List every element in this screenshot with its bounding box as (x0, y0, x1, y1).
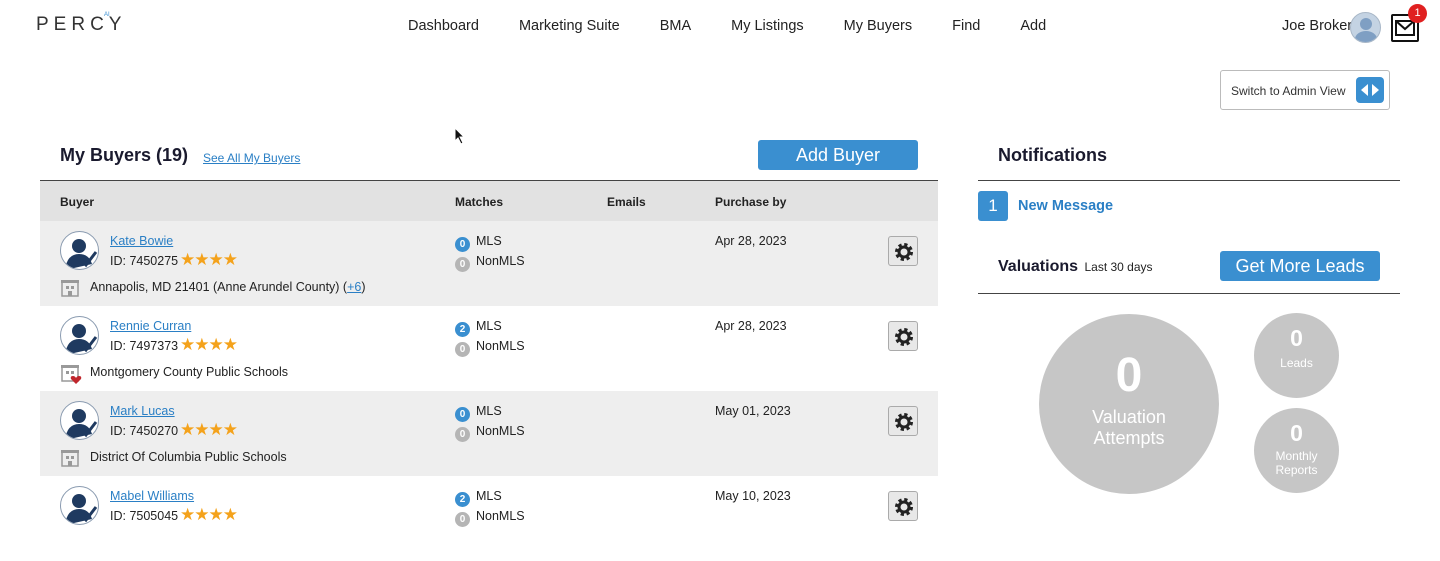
nonmls-matches[interactable]: 0 NonMLS (455, 339, 525, 357)
mls-matches[interactable]: 2 MLS (455, 319, 502, 337)
purchase-by-date: May 01, 2023 (715, 404, 791, 418)
monthly-reports-circle[interactable]: 0 Monthly Reports (1254, 408, 1339, 493)
valuation-attempts-circle[interactable]: 0 Valuation Attempts (1039, 314, 1219, 494)
user-avatar[interactable] (1350, 12, 1381, 43)
rating-stars: ★★★★ (180, 420, 238, 439)
toggle-arrows-icon (1356, 77, 1384, 103)
switch-admin-view-label: Switch to Admin View (1231, 84, 1346, 98)
buyer-location: Annapolis, MD 21401 (Anne Arundel County… (90, 280, 366, 294)
nav-add[interactable]: Add (1020, 18, 1046, 34)
user-name[interactable]: Joe Broker (1282, 18, 1352, 34)
monthly-reports-value: 0 (1290, 420, 1303, 446)
buyer-name-link[interactable]: Rennie Curran (110, 319, 191, 333)
divider (978, 180, 1400, 181)
nonmls-matches[interactable]: 0 NonMLS (455, 424, 525, 442)
my-buyers-title: My Buyers (19) (60, 145, 189, 165)
table-header: Buyer Matches Emails Purchase by (40, 180, 938, 221)
gear-icon[interactable] (888, 236, 918, 266)
column-emails[interactable]: Emails (607, 195, 646, 209)
more-locations-link[interactable]: +6 (347, 280, 361, 294)
school-building-icon (60, 278, 80, 298)
buyer-id: ID: 7450270 (110, 424, 179, 438)
new-message-link[interactable]: New Message (1018, 198, 1113, 214)
main-nav: Dashboard Marketing Suite BMA My Listing… (388, 18, 1066, 34)
mls-matches[interactable]: 0 MLS (455, 234, 502, 252)
add-buyer-button[interactable]: Add Buyer (758, 140, 918, 170)
gear-icon[interactable] (888, 406, 918, 436)
buyer-location: District Of Columbia Public Schools (90, 450, 287, 464)
nav-my-buyers[interactable]: My Buyers (844, 18, 913, 34)
valuation-attempts-value: 0 (1115, 349, 1143, 402)
column-purchase-by[interactable]: Purchase by (715, 195, 786, 209)
mail-count-badge: 1 (1408, 4, 1427, 23)
buyer-avatar-icon (60, 316, 99, 355)
mls-matches[interactable]: 0 MLS (455, 404, 502, 422)
column-buyer[interactable]: Buyer (60, 195, 94, 209)
leads-value: 0 (1290, 325, 1303, 351)
school-heart-icon (60, 363, 82, 384)
table-row: Mabel Williams ID: 7505045 ★★★★ 2 MLS 0 No… (40, 476, 938, 561)
valuations-title: Valuations Last 30 days (998, 258, 1153, 275)
buyer-avatar-icon (60, 401, 99, 440)
leads-label: Leads (1280, 356, 1313, 370)
buyers-table: Buyer Matches Emails Purchase by Kate Bo… (40, 180, 938, 561)
nav-find[interactable]: Find (952, 18, 980, 34)
divider (978, 293, 1400, 294)
buyer-name-link[interactable]: Mark Lucas (110, 404, 175, 418)
monthly-reports-label: Monthly Reports (1275, 449, 1318, 477)
mls-matches[interactable]: 2 MLS (455, 489, 502, 507)
get-more-leads-button[interactable]: Get More Leads (1220, 251, 1380, 281)
nonmls-matches[interactable]: 0 NonMLS (455, 254, 525, 272)
see-all-buyers-link[interactable]: See All My Buyers (203, 151, 300, 165)
gear-icon[interactable] (888, 321, 918, 351)
buyer-name-link[interactable]: Mabel Williams (110, 489, 194, 503)
nav-dashboard[interactable]: Dashboard (408, 18, 479, 34)
top-navigation-bar: PERCY AI Dashboard Marketing Suite BMA My… (0, 0, 1440, 54)
switch-admin-view-button[interactable]: Switch to Admin View (1220, 70, 1390, 110)
nav-my-listings[interactable]: My Listings (731, 18, 804, 34)
purchase-by-date: May 10, 2023 (715, 489, 791, 503)
rating-stars: ★★★★ (180, 335, 238, 354)
notifications-title: Notifications (998, 145, 1108, 165)
leads-circle[interactable]: 0 Leads (1254, 313, 1339, 398)
buyer-location: Montgomery County Public Schools (90, 365, 289, 379)
buyer-id: ID: 7497373 (110, 339, 179, 353)
nav-bma[interactable]: BMA (660, 18, 691, 34)
table-row: Kate Bowie ID: 7450275 ★★★★ Annapolis, M… (40, 221, 938, 306)
rating-stars: ★★★★ (180, 250, 238, 269)
percy-logo[interactable]: PERCY AI (36, 12, 126, 36)
nav-marketing-suite[interactable]: Marketing Suite (519, 18, 620, 34)
valuation-attempts-label: Valuation Attempts (1092, 407, 1166, 448)
mouse-cursor-icon (454, 126, 466, 150)
purchase-by-date: Apr 28, 2023 (715, 319, 787, 333)
notification-count-badge[interactable]: 1 (978, 191, 1008, 221)
valuations-period: Last 30 days (1084, 260, 1153, 274)
buyer-avatar-icon (60, 486, 99, 525)
rating-stars: ★★★★ (180, 505, 238, 524)
purchase-by-date: Apr 28, 2023 (715, 234, 787, 248)
school-building-icon (60, 448, 80, 468)
buyer-avatar-icon (60, 231, 99, 270)
buyer-id: ID: 7450275 (110, 254, 179, 268)
table-row: Mark Lucas ID: 7450270 ★★★★ District Of … (40, 391, 938, 476)
table-row: Rennie Curran ID: 7497373 ★★★★ Montgomer… (40, 306, 938, 391)
gear-icon[interactable] (888, 491, 918, 521)
buyer-id: ID: 7505045 (110, 509, 179, 523)
column-matches[interactable]: Matches (455, 195, 503, 209)
buyer-name-link[interactable]: Kate Bowie (110, 234, 173, 248)
